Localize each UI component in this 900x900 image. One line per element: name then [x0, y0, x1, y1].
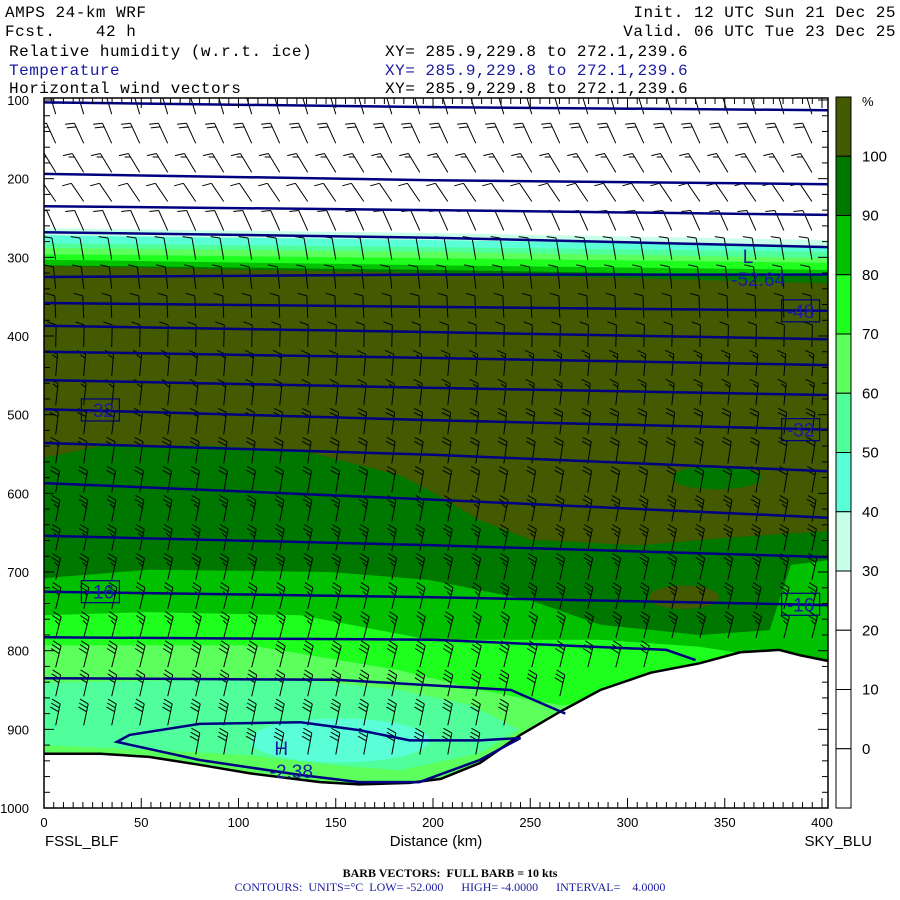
x-tick-label: 250 [519, 815, 541, 830]
colorbar-label: 90 [862, 208, 879, 225]
y-tick-label: 400 [7, 329, 29, 344]
colorbar-cell [835, 96, 852, 157]
colorbar-cell [835, 570, 852, 631]
colorbar-cell [835, 689, 852, 750]
colorbar-label: 60 [862, 385, 879, 402]
y-tick-label: 900 [7, 722, 29, 737]
colorbar-cell [835, 511, 852, 572]
colorbar-unit: % [862, 94, 874, 109]
x-tick-label: 200 [422, 815, 444, 830]
colorbar-cell [835, 629, 852, 690]
start-point-label: FSSL_BLF [45, 833, 118, 850]
extremum-mark: L [743, 247, 754, 268]
cross-section-chart: -32-32-48-16-16L-52.64H-2.38 0 50 100 150 20… [0, 93, 887, 850]
colorbar-label: 10 [862, 682, 879, 699]
y-tick-label: 300 [7, 250, 29, 265]
colorbar: %1009080706050403020100 [835, 94, 887, 809]
rh-blob-90 [672, 465, 762, 490]
colorbar-label: 70 [862, 326, 879, 343]
x-tick-label: 400 [811, 815, 833, 830]
contour-label: -16 [787, 595, 814, 616]
colorbar-cell [835, 215, 852, 276]
x-tick-label: 350 [714, 815, 736, 830]
colorbar-label: 20 [862, 622, 879, 639]
extremum-mark: H [274, 739, 288, 760]
colorbar-cell [835, 392, 852, 453]
contour-legend: CONTOURS: UNITS=°C LOW= -52.000 HIGH= -4… [234, 880, 666, 894]
y-tick-label: 700 [7, 565, 29, 580]
y-tick-label: 500 [7, 408, 29, 423]
contour-label: -32 [787, 421, 814, 442]
colorbar-cell [835, 155, 852, 216]
colorbar-cell [835, 748, 852, 809]
extremum-value: -52.64 [731, 270, 785, 291]
colorbar-label: 30 [862, 563, 879, 580]
colorbar-cell [835, 333, 852, 394]
y-tick-label: 600 [7, 486, 29, 501]
y-tick-label: 200 [7, 172, 29, 187]
colorbar-label: 50 [862, 445, 879, 462]
contour-label: -48 [787, 302, 814, 323]
x-axis-title: Distance (km) [390, 833, 483, 850]
colorbar-label: 0 [862, 741, 870, 758]
colorbar-label: 80 [862, 267, 879, 284]
x-tick-label: 150 [325, 815, 347, 830]
y-tick-label: 100 [7, 93, 29, 108]
y-tick-label: 1000 [0, 801, 29, 816]
colorbar-label: 100 [862, 148, 887, 165]
x-tick-label: 50 [134, 815, 148, 830]
colorbar-cell [835, 274, 852, 335]
end-point-label: SKY_BLU [804, 833, 872, 850]
rh-blob-100 [648, 585, 719, 609]
x-tick-label: 100 [228, 815, 250, 830]
x-tick-label: 0 [40, 815, 47, 830]
extremum-value: -2.38 [270, 762, 313, 783]
colorbar-label: 40 [862, 504, 879, 521]
colorbar-cell [835, 452, 852, 513]
barb-legend: BARB VECTORS: FULL BARB = 10 kts [342, 866, 558, 880]
y-tick-label: 800 [7, 644, 29, 659]
contour-label: -32 [87, 401, 114, 422]
x-tick-label: 300 [617, 815, 639, 830]
contour-label: -16 [87, 583, 114, 604]
